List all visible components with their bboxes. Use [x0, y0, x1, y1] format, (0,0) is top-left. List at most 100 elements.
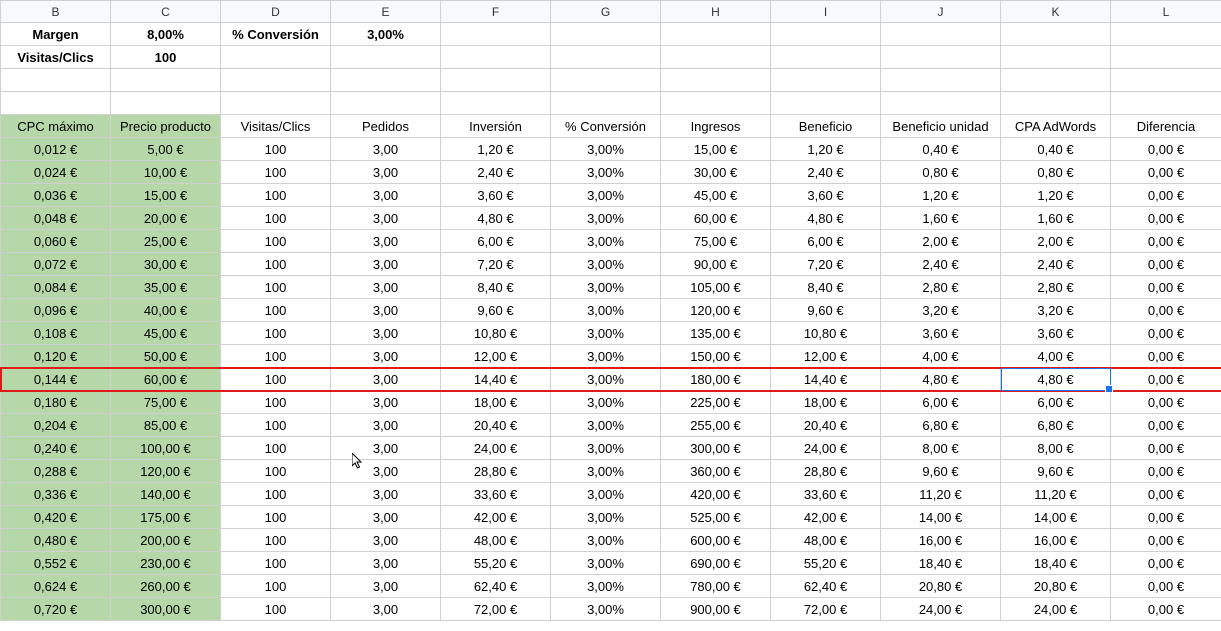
cell-h[interactable]: 600,00 € [661, 529, 771, 552]
cell-l[interactable]: 0,00 € [1111, 253, 1221, 276]
cell-k[interactable]: 16,00 € [1001, 529, 1111, 552]
cell-h[interactable]: 300,00 € [661, 437, 771, 460]
cell-k[interactable]: 6,80 € [1001, 414, 1111, 437]
cell-e[interactable]: 3,00 [331, 207, 441, 230]
cell-e[interactable]: 3,00 [331, 138, 441, 161]
cell-h[interactable]: 30,00 € [661, 161, 771, 184]
empty-cell[interactable] [1001, 69, 1111, 92]
cell-h[interactable]: 60,00 € [661, 207, 771, 230]
cell-j[interactable]: 9,60 € [881, 460, 1001, 483]
cell-c[interactable]: 85,00 € [111, 414, 221, 437]
cell-i[interactable]: 9,60 € [771, 299, 881, 322]
cell-i[interactable]: 28,80 € [771, 460, 881, 483]
header-f[interactable]: Inversión [441, 115, 551, 138]
cell-b[interactable]: 0,012 € [1, 138, 111, 161]
cell-k[interactable]: 1,20 € [1001, 184, 1111, 207]
cell-b[interactable]: 0,288 € [1, 460, 111, 483]
cell-g[interactable]: 3,00% [551, 575, 661, 598]
cell-j[interactable]: 18,40 € [881, 552, 1001, 575]
cell-l[interactable]: 0,00 € [1111, 368, 1221, 391]
cell-f[interactable]: 48,00 € [441, 529, 551, 552]
cell-i[interactable]: 2,40 € [771, 161, 881, 184]
cell-f[interactable]: 8,40 € [441, 276, 551, 299]
cell-h[interactable]: 900,00 € [661, 598, 771, 621]
empty-cell[interactable] [771, 23, 881, 46]
cell-g[interactable]: 3,00% [551, 253, 661, 276]
cell-f[interactable]: 12,00 € [441, 345, 551, 368]
cell-h[interactable]: 105,00 € [661, 276, 771, 299]
cell-c[interactable]: 100,00 € [111, 437, 221, 460]
cell-d[interactable]: 100 [221, 368, 331, 391]
cell-h[interactable]: 255,00 € [661, 414, 771, 437]
cell-b[interactable]: 0,036 € [1, 184, 111, 207]
cell-g[interactable]: 3,00% [551, 161, 661, 184]
cell-j[interactable]: 4,80 € [881, 368, 1001, 391]
cell-c[interactable]: 15,00 € [111, 184, 221, 207]
cell-i[interactable]: 12,00 € [771, 345, 881, 368]
cell-b[interactable]: 0,336 € [1, 483, 111, 506]
cell-k[interactable]: 0,80 € [1001, 161, 1111, 184]
empty-cell[interactable] [551, 92, 661, 115]
cell-d[interactable]: 100 [221, 414, 331, 437]
cell-d[interactable]: 100 [221, 529, 331, 552]
cell-k[interactable]: 3,20 € [1001, 299, 1111, 322]
empty-cell[interactable] [111, 92, 221, 115]
column-header-F[interactable]: F [441, 1, 551, 23]
cell-e[interactable]: 3,00 [331, 299, 441, 322]
cell-b[interactable]: 0,108 € [1, 322, 111, 345]
cell-h[interactable]: 15,00 € [661, 138, 771, 161]
cell-l[interactable]: 0,00 € [1111, 184, 1221, 207]
cell-f[interactable]: 72,00 € [441, 598, 551, 621]
cell-c[interactable]: 260,00 € [111, 575, 221, 598]
empty-cell[interactable] [661, 46, 771, 69]
cell-f[interactable]: 1,20 € [441, 138, 551, 161]
cell-g[interactable]: 3,00% [551, 230, 661, 253]
cell-b[interactable]: 0,048 € [1, 207, 111, 230]
label-visitas[interactable]: Visitas/Clics [1, 46, 111, 69]
cell-k[interactable]: 18,40 € [1001, 552, 1111, 575]
header-d[interactable]: Visitas/Clics [221, 115, 331, 138]
empty-cell[interactable] [661, 69, 771, 92]
cell-d[interactable]: 100 [221, 184, 331, 207]
cell-j[interactable]: 11,20 € [881, 483, 1001, 506]
cell-j[interactable]: 14,00 € [881, 506, 1001, 529]
cell-k[interactable]: 0,40 € [1001, 138, 1111, 161]
cell-d[interactable]: 100 [221, 253, 331, 276]
cell-e[interactable]: 3,00 [331, 230, 441, 253]
empty-cell[interactable] [1111, 69, 1221, 92]
cell-i[interactable]: 1,20 € [771, 138, 881, 161]
cell-j[interactable]: 2,80 € [881, 276, 1001, 299]
cell-j[interactable]: 6,80 € [881, 414, 1001, 437]
cell-l[interactable]: 0,00 € [1111, 161, 1221, 184]
cell-l[interactable]: 0,00 € [1111, 276, 1221, 299]
empty-cell[interactable] [1111, 46, 1221, 69]
empty-cell[interactable] [881, 69, 1001, 92]
cell-f[interactable]: 14,40 € [441, 368, 551, 391]
cell-h[interactable]: 180,00 € [661, 368, 771, 391]
cell-k[interactable]: 1,60 € [1001, 207, 1111, 230]
cell-c[interactable]: 230,00 € [111, 552, 221, 575]
cell-j[interactable]: 2,00 € [881, 230, 1001, 253]
cell-b[interactable]: 0,180 € [1, 391, 111, 414]
cell-c[interactable]: 30,00 € [111, 253, 221, 276]
cell-i[interactable]: 3,60 € [771, 184, 881, 207]
cell-f[interactable]: 33,60 € [441, 483, 551, 506]
cell-d[interactable]: 100 [221, 138, 331, 161]
cell-c[interactable]: 175,00 € [111, 506, 221, 529]
header-j[interactable]: Beneficio unidad [881, 115, 1001, 138]
header-g[interactable]: % Conversión [551, 115, 661, 138]
empty-cell[interactable] [551, 69, 661, 92]
cell-j[interactable]: 0,40 € [881, 138, 1001, 161]
cell-l[interactable]: 0,00 € [1111, 483, 1221, 506]
cell-c[interactable]: 60,00 € [111, 368, 221, 391]
cell-l[interactable]: 0,00 € [1111, 529, 1221, 552]
cell-d[interactable]: 100 [221, 598, 331, 621]
cell-f[interactable]: 42,00 € [441, 506, 551, 529]
cell-j[interactable]: 4,00 € [881, 345, 1001, 368]
cell-b[interactable]: 0,120 € [1, 345, 111, 368]
cell-k[interactable]: 20,80 € [1001, 575, 1111, 598]
cell-d[interactable]: 100 [221, 345, 331, 368]
cell-e[interactable]: 3,00 [331, 414, 441, 437]
cell-c[interactable]: 50,00 € [111, 345, 221, 368]
cell-l[interactable]: 0,00 € [1111, 230, 1221, 253]
